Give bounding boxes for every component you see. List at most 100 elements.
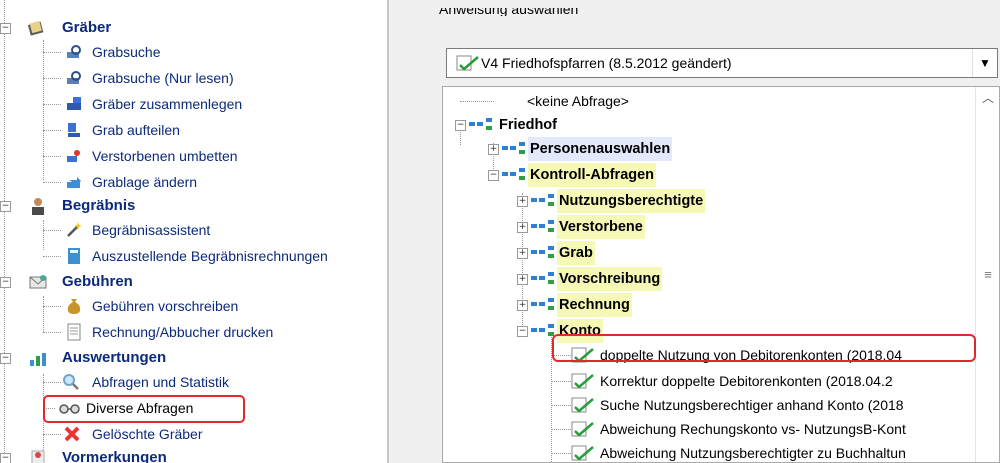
person-icon <box>32 198 44 215</box>
magnifier-icon <box>63 374 79 390</box>
tree-item-label: Nutzungsberechtigte <box>557 189 706 213</box>
query-tree[interactable]: <keine Abfrage> − Friedhof + Personenaus… <box>442 86 1000 463</box>
split-icon <box>68 123 80 137</box>
query-icon <box>456 55 479 71</box>
chevron-up-icon[interactable]: ︿ <box>976 89 999 106</box>
folder-tree-icon <box>531 194 554 206</box>
nav-item-abfragen-und-statistik[interactable]: Abfragen und Statistik <box>0 370 380 394</box>
vertical-scrollbar[interactable]: ︿ ≡ <box>975 87 999 462</box>
nav-item-label: Abfragen und Statistik <box>92 374 229 390</box>
folder-tree-icon <box>502 168 525 180</box>
expand-icon[interactable]: + <box>488 144 499 155</box>
nav-group-graeber[interactable]: − Gräber <box>0 16 380 40</box>
tree-item-label: Rechnung <box>557 293 632 317</box>
nav-item-grablage-aendern[interactable]: Grablage ändern <box>0 170 380 194</box>
nav-item-label: Gebühren vorschreiben <box>92 298 239 314</box>
collapse-icon[interactable]: − <box>0 23 11 34</box>
nav-item-begraebnisassistent[interactable]: Begräbnisassistent <box>0 218 380 242</box>
nav-group-label: Begräbnis <box>62 197 136 214</box>
query-icon <box>571 421 594 437</box>
folder-tree-icon <box>531 324 554 336</box>
expand-icon[interactable]: + <box>517 248 528 259</box>
expand-icon[interactable]: + <box>517 222 528 233</box>
nav-item-label: Gelöschte Gräber <box>92 426 203 442</box>
tree-folder-vorschreibung[interactable]: + Vorschreibung <box>443 267 973 291</box>
collapse-icon[interactable]: − <box>488 170 499 181</box>
query-icon <box>571 397 594 413</box>
query-icon <box>571 373 594 389</box>
tree-folder-grab[interactable]: + Grab <box>443 241 973 265</box>
nav-group-label: Auswertungen <box>62 349 167 366</box>
highlight-doppelte-nutzung <box>552 334 976 362</box>
nav-item-label: Verstorbenen umbetten <box>92 148 238 164</box>
chevron-down-icon[interactable]: ▼ <box>972 49 997 77</box>
expand-icon[interactable]: + <box>517 196 528 207</box>
nav-item-geloeschte-graeber[interactable]: Gelöschte Gräber <box>0 422 380 446</box>
splitter[interactable] <box>388 0 412 463</box>
tree-folder-personenauswahlen[interactable]: + Personenauswahlen <box>443 137 973 161</box>
tree-item-label: Abweichung Nutzungsberechtigter zu Buchh… <box>600 445 906 461</box>
scroll-grip-icon[interactable]: ≡ <box>976 267 999 282</box>
tree-item-label: Suche Nutzungsberechtiger anhand Konto (… <box>600 397 904 413</box>
rebury-icon <box>67 150 80 162</box>
tree-folder-verstorbene[interactable]: + Verstorbene <box>443 215 973 239</box>
query-combo[interactable]: V4 Friedhofspfarren (8.5.2012 geändert) … <box>446 48 998 78</box>
nav-item-verstorbenen-umbetten[interactable]: Verstorbenen umbetten <box>0 144 380 168</box>
query-icon <box>571 445 594 461</box>
tree-item-label: Korrektur doppelte Debitorenkonten (2018… <box>600 373 893 389</box>
query-panel: Anweisung auswählen V4 Friedhofspfarren … <box>411 0 1000 463</box>
wand-icon <box>67 222 82 237</box>
tree-folder-kontroll-abfragen[interactable]: − Kontroll-Abfragen <box>443 163 973 187</box>
nav-item-rechnung-abbucher-drucken[interactable]: Rechnung/Abbucher drucken <box>0 320 380 344</box>
tree-folder-nutzungsberechtigte[interactable]: + Nutzungsberechtigte <box>443 189 973 213</box>
tree-item-label: <keine Abfrage> <box>527 93 629 109</box>
query-item-korrektur[interactable]: Korrektur doppelte Debitorenkonten (2018… <box>443 369 973 393</box>
expand-icon[interactable]: + <box>517 274 528 285</box>
expand-icon[interactable]: + <box>517 300 528 311</box>
tree-item-label: Abweichung Rechungskonto vs- NutzungsB-K… <box>600 421 906 437</box>
tree-item-label: Personenauswahlen <box>528 137 673 161</box>
red-x-icon <box>64 426 80 442</box>
query-item-abweichung-rechungskonto[interactable]: Abweichung Rechungskonto vs- NutzungsB-K… <box>443 417 973 441</box>
tree-item-none[interactable]: <keine Abfrage> <box>443 89 973 113</box>
search-grave-icon <box>67 45 81 58</box>
collapse-icon[interactable]: − <box>0 353 11 364</box>
merge-icon <box>67 97 81 110</box>
nav-item-label: Grabsuche <box>92 44 161 60</box>
folder-tree-icon <box>531 272 554 284</box>
combo-value: V4 Friedhofspfarren (8.5.2012 geändert) <box>481 55 732 71</box>
envelope-icon <box>29 275 47 289</box>
relocate-icon <box>67 177 81 188</box>
nav-item-grabsuche[interactable]: Grabsuche <box>0 40 380 64</box>
nav-group-vormerkungen[interactable]: − Vormerkungen <box>0 446 380 463</box>
collapse-icon[interactable]: − <box>455 120 466 131</box>
nav-item-graeber-zusammenlegen[interactable]: Gräber zusammenlegen <box>0 92 380 116</box>
nav-item-label: Begräbnisassistent <box>92 222 211 238</box>
nav-group-label: Vormerkungen <box>62 449 167 463</box>
nav-item-label: Rechnung/Abbucher drucken <box>92 324 274 340</box>
nav-item-grab-aufteilen[interactable]: Grab aufteilen <box>0 118 380 142</box>
nav-item-label: Auszustellende Begräbnisrechnungen <box>92 248 328 264</box>
nav-item-auszustellende-begraebnisrechnungen[interactable]: Auszustellende Begräbnisrechnungen <box>0 244 380 268</box>
nav-group-gebuehren[interactable]: − Gebühren <box>0 270 380 294</box>
tree-folder-rechnung[interactable]: + Rechnung <box>443 293 973 317</box>
tree-folder-friedhof[interactable]: − Friedhof <box>443 113 973 137</box>
query-item-suche-nutzungsberechtiger[interactable]: Suche Nutzungsberechtiger anhand Konto (… <box>443 393 973 417</box>
nav-group-label: Gräber <box>62 19 112 36</box>
nav-group-auswertungen[interactable]: − Auswertungen <box>0 346 380 370</box>
collapse-icon[interactable]: − <box>517 326 528 337</box>
folder-tree-icon <box>531 220 554 232</box>
nav-item-grabsuche-nur-lesen[interactable]: Grabsuche (Nur lesen) <box>0 66 380 90</box>
book-icon <box>27 20 44 36</box>
nav-group-begraebnis[interactable]: − Begräbnis <box>0 194 380 218</box>
tree-item-label: Verstorbene <box>557 215 645 239</box>
search-grave-icon <box>67 71 81 84</box>
chart-icon <box>30 353 46 366</box>
collapse-icon[interactable]: − <box>0 277 11 288</box>
nav-item-gebuehren-vorschreiben[interactable]: Gebühren vorschreiben <box>0 294 380 318</box>
nav-item-label: Grabsuche (Nur lesen) <box>92 70 234 86</box>
collapse-icon[interactable]: − <box>0 201 11 212</box>
collapse-icon[interactable]: − <box>0 453 11 463</box>
query-item-abweichung-nutzungsberechtigter[interactable]: Abweichung Nutzungsberechtigter zu Buchh… <box>443 441 973 462</box>
folder-tree-icon <box>531 246 554 258</box>
